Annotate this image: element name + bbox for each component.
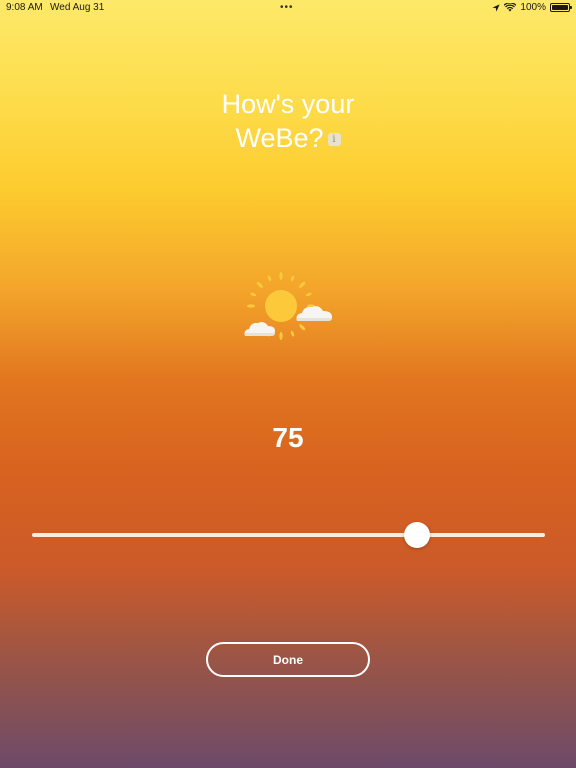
wellbeing-value: 75 — [272, 422, 304, 453]
cloud-right — [296, 306, 332, 321]
sun-disc — [265, 290, 297, 322]
status-indicators: 100% — [492, 2, 572, 13]
multitasking-dots-icon[interactable]: ••• — [280, 3, 294, 13]
title-line-2-row: WeBe? i — [235, 121, 341, 155]
info-icon[interactable]: i — [327, 133, 341, 146]
sun-behind-clouds-icon — [244, 272, 332, 340]
slider-track[interactable] — [32, 533, 545, 537]
wifi-icon — [504, 3, 517, 12]
battery-percent: 100% — [520, 2, 546, 13]
wellbeing-slider[interactable] — [32, 520, 545, 550]
page-title: How's your WeBe? i — [0, 87, 576, 155]
cloud-left — [244, 322, 275, 336]
done-button[interactable]: Done — [206, 642, 370, 677]
status-date: Wed Aug 31 — [50, 2, 105, 13]
status-time: 9:08 AM — [6, 2, 43, 13]
slider-thumb[interactable] — [403, 522, 430, 548]
status-bar: 9:08 AM Wed Aug 31 ••• 100% — [0, 0, 576, 16]
battery-icon — [550, 3, 572, 12]
location-arrow-icon — [492, 3, 501, 12]
title-line-2: WeBe? — [235, 123, 324, 153]
title-line-1: How's your — [221, 89, 355, 119]
